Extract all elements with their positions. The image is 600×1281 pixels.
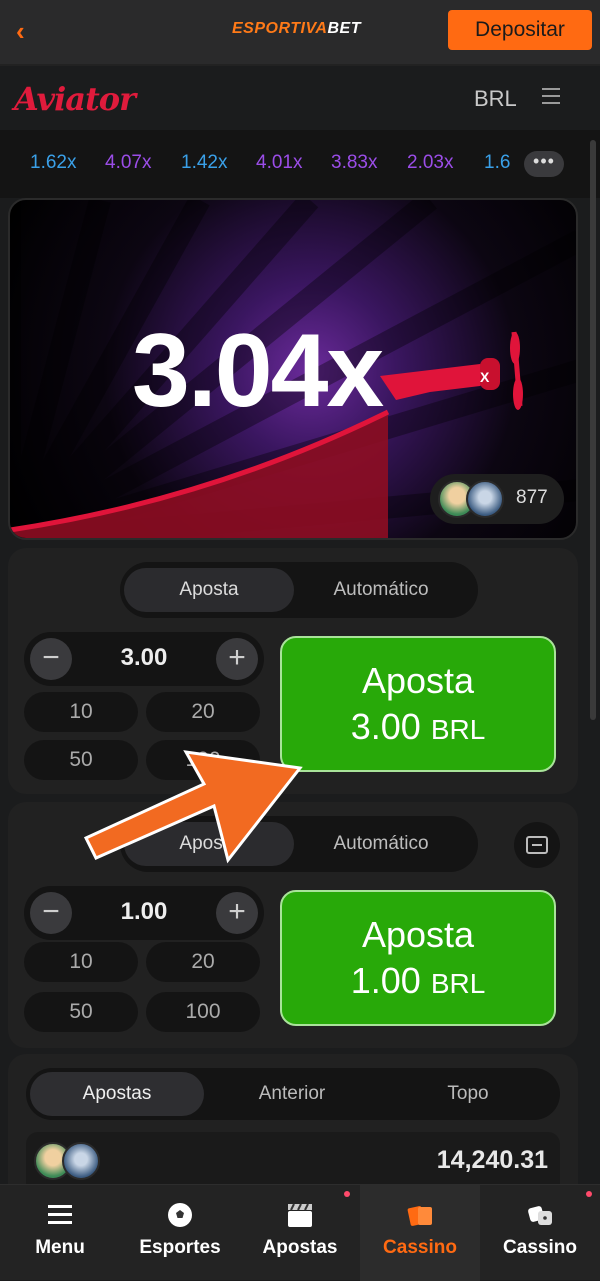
nav-label: Esportes (139, 1237, 221, 1258)
cards-icon (407, 1206, 432, 1226)
multiplier-history: 1.62x 4.07x 1.42x 4.01x 3.83x 2.03x 1.6 … (0, 130, 600, 198)
bet-button-label: Aposta (361, 660, 475, 701)
decrease-button[interactable]: − (30, 638, 72, 680)
decrease-button[interactable]: − (30, 892, 72, 934)
svg-text:X: X (480, 369, 490, 385)
history-multiplier: 1.42x (181, 152, 228, 173)
bet-button-amount-line: 3.00 BRL (282, 706, 554, 748)
bet-button-amount: 1.00 (350, 960, 421, 1001)
esportivabet-logo[interactable]: ESPORTIVABET (232, 20, 361, 38)
tab-bet[interactable]: Aposta (124, 568, 294, 612)
bet-button-currency: BRL (430, 968, 486, 999)
logo-text-left: ESPORTIVA (232, 20, 328, 37)
quick-amount-chip[interactable]: 50 (24, 740, 138, 780)
top-bar: ‹ ESPORTIVABET Depositar (0, 0, 600, 64)
quick-amount-chip[interactable]: 20 (146, 692, 260, 732)
place-bet-button[interactable]: Aposta 3.00 BRL (280, 636, 556, 772)
history-multiplier: 4.01x (256, 152, 303, 173)
quick-amount-chip[interactable]: 100 (146, 740, 260, 780)
bottom-navigation: Menu Esportes Apostas Cassino Cassino (0, 1184, 600, 1281)
nav-bets[interactable]: Apostas (240, 1185, 360, 1281)
bet-button-amount-line: 1.00 BRL (282, 960, 554, 1002)
amount-input[interactable]: 1.00 (78, 898, 210, 926)
nav-menu[interactable]: Menu (0, 1185, 120, 1281)
notification-dot (586, 1191, 592, 1197)
nav-label: Apostas (262, 1237, 338, 1258)
dice-icon (528, 1206, 552, 1225)
menu-icon (48, 1205, 72, 1224)
nav-casino-active[interactable]: Cassino (360, 1185, 480, 1281)
bet-button-currency: BRL (430, 714, 486, 745)
game-stage: X 3.04x 877 (8, 198, 578, 540)
quick-amount-chip[interactable]: 10 (24, 942, 138, 982)
deposit-button[interactable]: Depositar (448, 10, 592, 50)
history-multiplier: 4.07x (105, 152, 152, 173)
quick-amount-chip[interactable]: 100 (146, 992, 260, 1032)
history-multiplier: 3.83x (331, 152, 378, 173)
online-players-badge: 877 (430, 474, 564, 524)
history-multiplier: 1.62x (30, 152, 77, 173)
player-count: 877 (516, 487, 548, 508)
bets-section: Apostas Anterior Topo 14,240.31 (8, 1054, 578, 1198)
scrollbar[interactable] (590, 140, 596, 720)
clapperboard-icon (288, 1203, 312, 1227)
back-arrow-icon[interactable]: ‹ (16, 18, 38, 44)
history-multiplier: 2.03x (407, 152, 454, 173)
nav-label: Cassino (383, 1237, 457, 1258)
quick-amount-chip[interactable]: 50 (24, 992, 138, 1032)
bet-mode-toggle: Aposta Automático (120, 816, 478, 872)
notification-dot (344, 1191, 350, 1197)
bet-panel-2: Aposta Automático − 1.00 + 10 20 50 100 … (8, 802, 578, 1048)
current-multiplier: 3.04x (132, 313, 384, 429)
increase-button[interactable]: + (216, 892, 258, 934)
amount-stepper: − 1.00 + (24, 886, 264, 940)
increase-button[interactable]: + (216, 638, 258, 680)
nav-sports[interactable]: Esportes (120, 1185, 240, 1281)
tab-previous[interactable]: Anterior (206, 1072, 378, 1116)
nav-label: Menu (35, 1237, 85, 1258)
tab-auto[interactable]: Automático (296, 568, 466, 612)
quick-amount-chip[interactable]: 20 (146, 942, 260, 982)
bet-button-amount: 3.00 (350, 706, 421, 747)
aviator-logo: Aviator (14, 80, 136, 118)
bet-amount: 14,240.31 (436, 1146, 548, 1174)
tab-auto[interactable]: Automático (296, 822, 466, 866)
history-multiplier: 1.6 (484, 152, 511, 173)
nav-casino-live[interactable]: Cassino (480, 1185, 600, 1281)
player-avatar (466, 480, 504, 518)
amount-input[interactable]: 3.00 (78, 644, 210, 672)
bet-mode-toggle: Aposta Automático (120, 562, 478, 618)
currency-label: BRL (474, 86, 517, 111)
player-avatar (62, 1142, 100, 1180)
game-header: Aviator BRL (0, 64, 600, 130)
nav-label: Cassino (503, 1237, 577, 1258)
soccer-ball-icon (168, 1203, 192, 1227)
logo-text-right: BET (327, 20, 361, 37)
remove-panel-icon[interactable] (514, 822, 560, 868)
quick-amount-chip[interactable]: 10 (24, 692, 138, 732)
place-bet-button[interactable]: Aposta 1.00 BRL (280, 890, 556, 1026)
more-history-button[interactable]: ••• (524, 151, 564, 177)
bet-panel-1: Aposta Automático − 3.00 + 10 20 50 100 … (8, 548, 578, 794)
tab-all-bets[interactable]: Apostas (30, 1072, 204, 1116)
bets-tabs: Apostas Anterior Topo (26, 1068, 560, 1120)
bet-button-label: Aposta (361, 914, 475, 955)
tab-bet[interactable]: Aposta (124, 822, 294, 866)
amount-stepper: − 3.00 + (24, 632, 264, 686)
tab-top[interactable]: Topo (380, 1072, 556, 1116)
hamburger-menu-icon[interactable] (542, 88, 560, 104)
